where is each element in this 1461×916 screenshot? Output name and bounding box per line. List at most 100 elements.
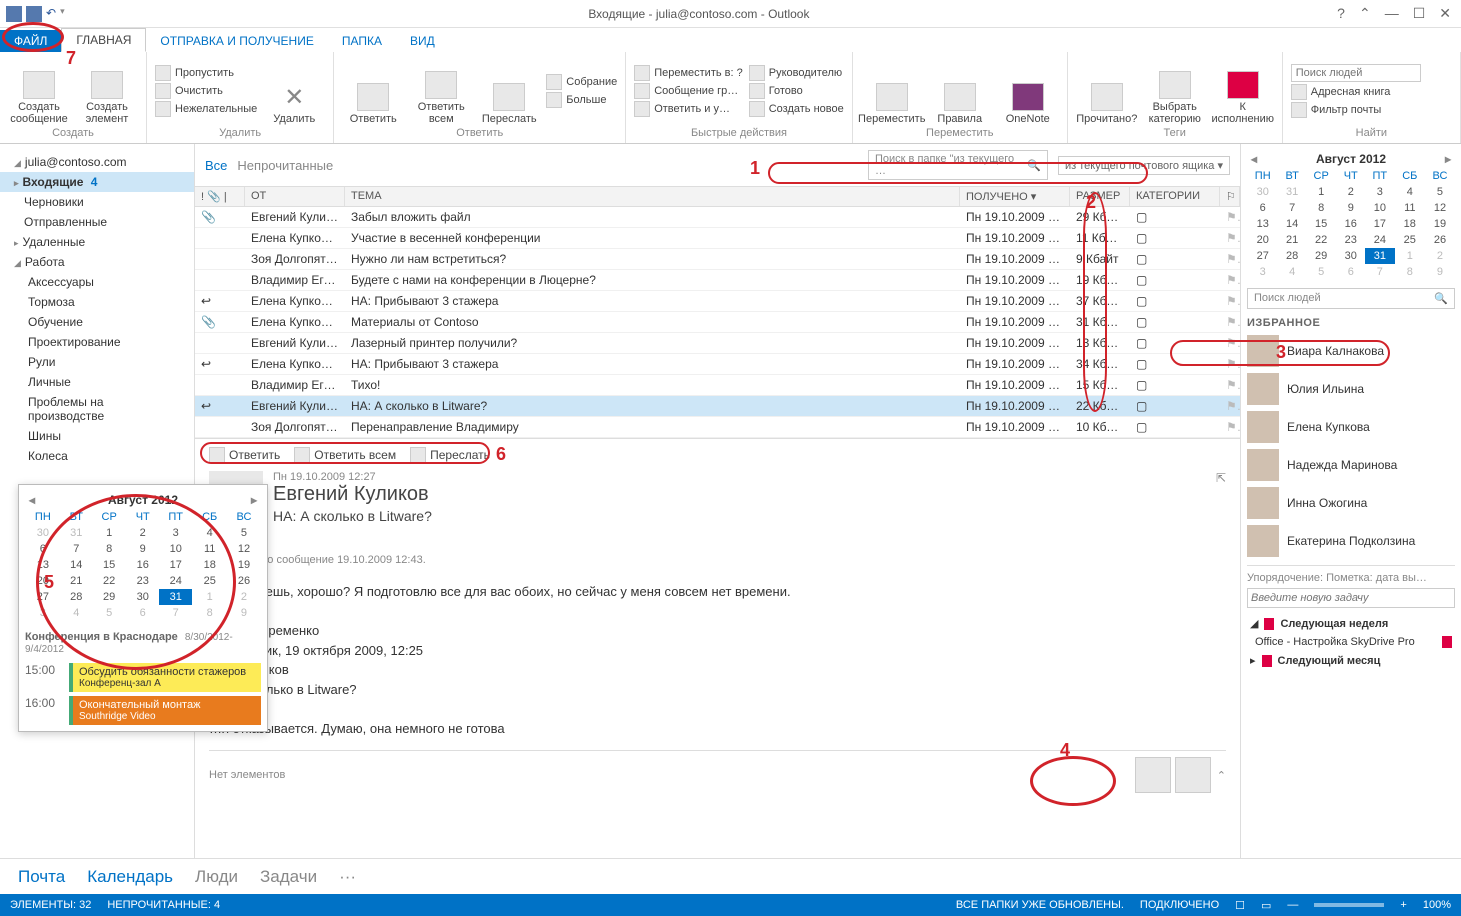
meeting-button[interactable]: Собрание xyxy=(546,74,617,90)
cal-day[interactable]: 4 xyxy=(61,605,92,621)
qa-replydel[interactable]: Ответить и у… xyxy=(634,101,743,117)
filter-all[interactable]: Все xyxy=(205,158,227,173)
favorite-person[interactable]: Инна Ожогина xyxy=(1247,487,1455,519)
qa-moveto[interactable]: Переместить в: ? xyxy=(634,65,743,81)
cal-day[interactable]: 1 xyxy=(1306,184,1337,200)
popout-icon[interactable]: ⇱ xyxy=(1216,471,1226,525)
cal-day[interactable]: 2 xyxy=(1336,184,1365,200)
pane-forward[interactable]: Переслать xyxy=(410,447,490,463)
cal-day[interactable]: 22 xyxy=(92,573,127,589)
cal-day[interactable]: 21 xyxy=(61,573,92,589)
cal-day[interactable]: 18 xyxy=(1395,216,1425,232)
folder-item[interactable]: Тормоза xyxy=(0,292,194,312)
message-row[interactable]: Зоя ДолгопятоваНужно ли нам встретиться?… xyxy=(195,249,1240,270)
search-input[interactable]: Поиск в папке "из текущего …🔍 xyxy=(868,150,1048,180)
reply-button[interactable]: Ответить xyxy=(342,56,404,125)
col-categories[interactable]: КАТЕГОРИИ xyxy=(1130,187,1220,206)
task-group-next-month[interactable]: ▸ Следующий месяц xyxy=(1247,651,1455,670)
cal-day[interactable]: 3 xyxy=(1365,184,1395,200)
message-row[interactable]: ↩ Елена Купкова…НА: Прибывают 3 стажераП… xyxy=(195,291,1240,312)
cal-day[interactable]: 6 xyxy=(127,605,159,621)
nav-mail[interactable]: Почта xyxy=(18,867,65,887)
cal-day[interactable]: 28 xyxy=(61,589,92,605)
cal-day[interactable]: 7 xyxy=(159,605,193,621)
qa-createnew[interactable]: Создать новое xyxy=(749,101,844,117)
close-icon[interactable]: ✕ xyxy=(1439,5,1451,22)
view-reading-icon[interactable]: ▭ xyxy=(1261,899,1271,912)
folder-item[interactable]: Колеса xyxy=(0,446,194,466)
cal-day[interactable]: 31 xyxy=(1365,248,1395,264)
tab-file[interactable]: ФАЙЛ xyxy=(0,30,61,52)
cal-day[interactable]: 14 xyxy=(61,557,92,573)
folder-item[interactable]: Рули xyxy=(0,352,194,372)
message-row[interactable]: Владимир ЕгоровБудете с нами на конферен… xyxy=(195,270,1240,291)
pane-reply[interactable]: Ответить xyxy=(209,447,280,463)
cal-day[interactable]: 25 xyxy=(1395,232,1425,248)
cal-day[interactable]: 12 xyxy=(227,541,261,557)
cal-day[interactable]: 2 xyxy=(1425,248,1455,264)
col-subject[interactable]: ТЕМА xyxy=(345,187,960,206)
qa-teammsg[interactable]: Сообщение гр… xyxy=(634,83,743,99)
cal-day[interactable]: 26 xyxy=(1425,232,1455,248)
cal-day[interactable]: 11 xyxy=(1395,200,1425,216)
cal-day[interactable]: 17 xyxy=(159,557,193,573)
cal-day[interactable]: 6 xyxy=(1336,264,1365,280)
clean-button[interactable]: Очистить xyxy=(155,83,257,99)
message-row[interactable]: ↩ Евгений КуликовНА: А сколько в Litware… xyxy=(195,396,1240,417)
cal-day[interactable]: 3 xyxy=(25,605,61,621)
cal-day[interactable]: 15 xyxy=(92,557,127,573)
addrbook-button[interactable]: Адресная книга xyxy=(1291,84,1421,100)
cal-day[interactable]: 16 xyxy=(127,557,159,573)
zoom-slider[interactable] xyxy=(1314,903,1384,907)
cal-day[interactable]: 12 xyxy=(1425,200,1455,216)
people-search-input[interactable]: Поиск людей🔍 xyxy=(1247,288,1455,309)
read-button[interactable]: Прочитано? xyxy=(1076,56,1138,125)
qa-done[interactable]: Готово xyxy=(749,83,844,99)
people-thumb[interactable] xyxy=(1175,757,1211,793)
cal-day[interactable]: 9 xyxy=(227,605,261,621)
cal-next-icon[interactable]: ▸ xyxy=(1445,152,1451,166)
new-task-input[interactable] xyxy=(1247,588,1455,608)
cal-day[interactable]: 4 xyxy=(1395,184,1425,200)
cal-day[interactable]: 4 xyxy=(192,525,226,541)
appt-item[interactable]: Окончательный монтажSouthridge Video xyxy=(69,696,261,725)
nav-tasks[interactable]: Задачи xyxy=(260,867,317,887)
nav-people[interactable]: Люди xyxy=(195,867,238,887)
folder-sent[interactable]: Отправленные xyxy=(0,212,194,232)
cal-day[interactable]: 15 xyxy=(1306,216,1337,232)
task-arrange[interactable]: Упорядочение: Пометка: дата вы… xyxy=(1247,572,1455,584)
cal-day[interactable]: 9 xyxy=(1425,264,1455,280)
cal-day[interactable]: 31 xyxy=(159,589,193,605)
rules-button[interactable]: Правила xyxy=(929,56,991,125)
maximize-icon[interactable]: ☐ xyxy=(1413,5,1426,22)
message-row[interactable]: 📎Евгений КуликовЗабыл вложить файлПн 19.… xyxy=(195,207,1240,228)
people-search-ribbon[interactable] xyxy=(1291,64,1421,82)
undo-icon[interactable]: ↶ xyxy=(46,6,56,22)
cal-day[interactable]: 5 xyxy=(1306,264,1337,280)
cal-day[interactable]: 23 xyxy=(127,573,159,589)
cal-day[interactable]: 30 xyxy=(1336,248,1365,264)
cal-day[interactable]: 9 xyxy=(1336,200,1365,216)
cal-day[interactable]: 29 xyxy=(92,589,127,605)
cal-day[interactable]: 27 xyxy=(1247,248,1278,264)
cal-day[interactable]: 16 xyxy=(1336,216,1365,232)
folder-inbox[interactable]: Входящие 4 xyxy=(0,172,194,192)
pane-replyall[interactable]: Ответить всем xyxy=(294,447,396,463)
cal-day[interactable]: 19 xyxy=(1425,216,1455,232)
folder-item[interactable]: Проектирование xyxy=(0,332,194,352)
folder-item[interactable]: Шины xyxy=(0,426,194,446)
filter-button[interactable]: Фильтр почты xyxy=(1291,102,1421,118)
message-row[interactable]: ↩ Елена Купкова…НА: Прибывают 3 стажераП… xyxy=(195,354,1240,375)
favorite-person[interactable]: Екатерина Подколзина xyxy=(1247,525,1455,557)
move-button[interactable]: Переместить xyxy=(861,56,923,125)
cal-day[interactable]: 18 xyxy=(192,557,226,573)
message-row[interactable]: 📎Елена Купкова…Материалы от ContosoПн 19… xyxy=(195,312,1240,333)
cal-day[interactable]: 20 xyxy=(25,573,61,589)
new-mail-button[interactable]: Создать сообщение xyxy=(8,56,70,125)
cal-day[interactable]: 5 xyxy=(1425,184,1455,200)
message-row[interactable]: Владимир ЕгоровТихо!Пн 19.10.2009 12…15 … xyxy=(195,375,1240,396)
zoom-in-icon[interactable]: + xyxy=(1400,899,1406,911)
col-flag[interactable]: ⚐ xyxy=(1220,187,1240,206)
onenote-button[interactable]: OneNote xyxy=(997,56,1059,125)
cal-day[interactable]: 26 xyxy=(227,573,261,589)
